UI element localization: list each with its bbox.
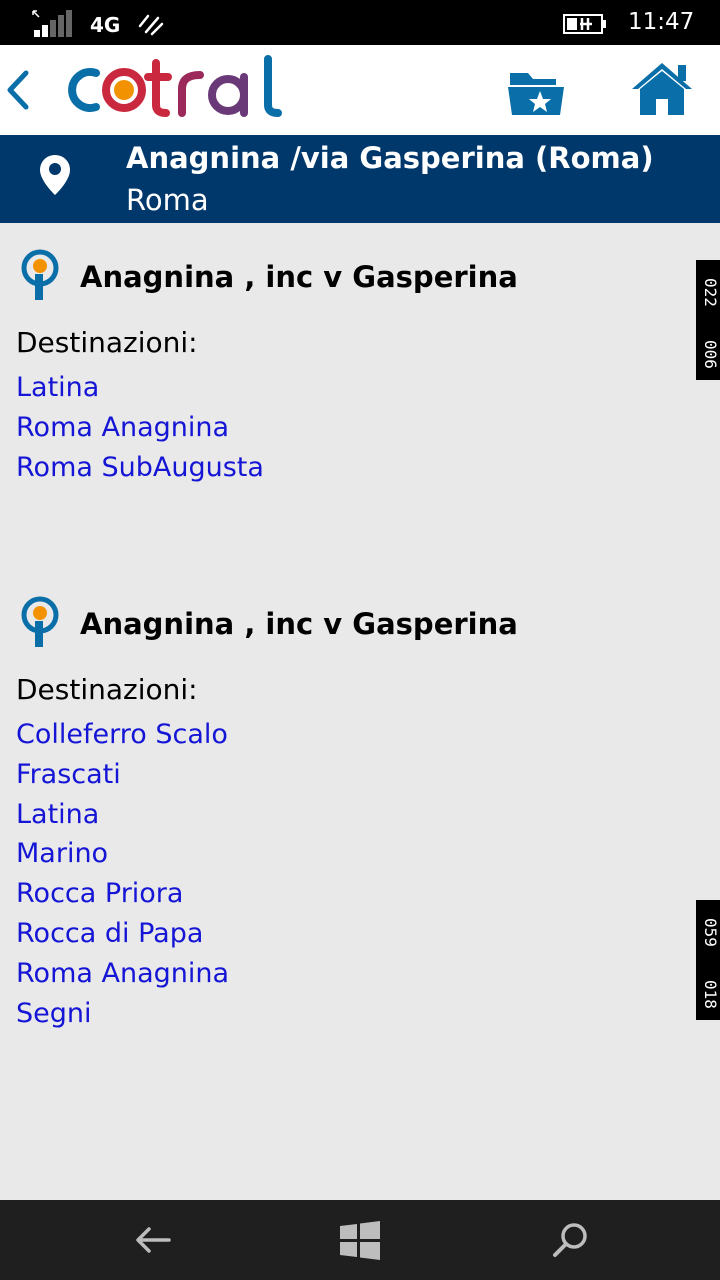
destination-link[interactable]: Segni <box>16 994 229 1034</box>
battery-charging-icon <box>563 14 606 34</box>
stop-section: Anagnina , inc v Gasperina Destinazioni:… <box>0 595 700 1035</box>
destination-link[interactable]: Rocca Priora <box>16 874 229 914</box>
destination-link[interactable]: Rocca di Papa <box>16 914 229 954</box>
destinations-label: Destinazioni: <box>16 326 198 359</box>
cotral-stop-icon <box>21 596 59 647</box>
destination-link[interactable]: Marino <box>16 834 229 874</box>
line-code: 018 <box>701 980 720 1009</box>
wifi-call-icon <box>138 14 164 36</box>
destination-link[interactable]: Colleferro Scalo <box>16 715 229 755</box>
location-pin-icon <box>40 155 70 195</box>
chevron-left-icon[interactable] <box>4 65 32 115</box>
destinations-list: Colleferro Scalo Frascati Latina Marino … <box>16 715 229 1033</box>
line-code: 022 <box>701 278 720 307</box>
stop-name: Anagnina , inc v Gasperina <box>80 260 518 294</box>
destination-link[interactable]: Roma SubAugusta <box>16 448 264 488</box>
search-icon[interactable] <box>546 1216 594 1264</box>
destination-link[interactable]: Latina <box>16 368 264 408</box>
system-nav-bar <box>0 1200 720 1280</box>
stop-title: Anagnina /via Gasperina (Roma) <box>126 141 654 175</box>
stop-section: Anagnina , inc v Gasperina Destinazioni:… <box>0 248 700 508</box>
folder-star-icon[interactable] <box>506 65 566 117</box>
line-code: 006 <box>701 340 720 369</box>
stop-city: Roma <box>126 183 209 217</box>
destination-link[interactable]: Frascati <box>16 755 229 795</box>
cotral-stop-icon <box>21 249 59 300</box>
destination-link[interactable]: Roma Anagnina <box>16 954 229 994</box>
home-icon[interactable] <box>630 59 694 117</box>
signal-icon <box>32 10 72 37</box>
app-header <box>0 45 720 135</box>
stop-name: Anagnina , inc v Gasperina <box>80 607 518 641</box>
back-arrow-icon[interactable] <box>129 1216 177 1264</box>
line-badge[interactable]: 022 006 <box>696 260 720 380</box>
destinations-list: Latina Roma Anagnina Roma SubAugusta <box>16 368 264 487</box>
status-bar: 4G 11:47 <box>0 0 720 45</box>
line-code: 059 <box>701 918 720 947</box>
clock: 11:47 <box>628 9 695 35</box>
network-type: 4G <box>90 13 121 37</box>
line-badge[interactable]: 059 018 <box>696 900 720 1020</box>
destinations-label: Destinazioni: <box>16 673 198 706</box>
destination-link[interactable]: Latina <box>16 795 229 835</box>
windows-start-icon[interactable] <box>336 1216 384 1264</box>
destination-link[interactable]: Roma Anagnina <box>16 408 264 448</box>
cotral-logo <box>68 55 282 117</box>
stop-banner: Anagnina /via Gasperina (Roma) Roma <box>0 135 720 223</box>
